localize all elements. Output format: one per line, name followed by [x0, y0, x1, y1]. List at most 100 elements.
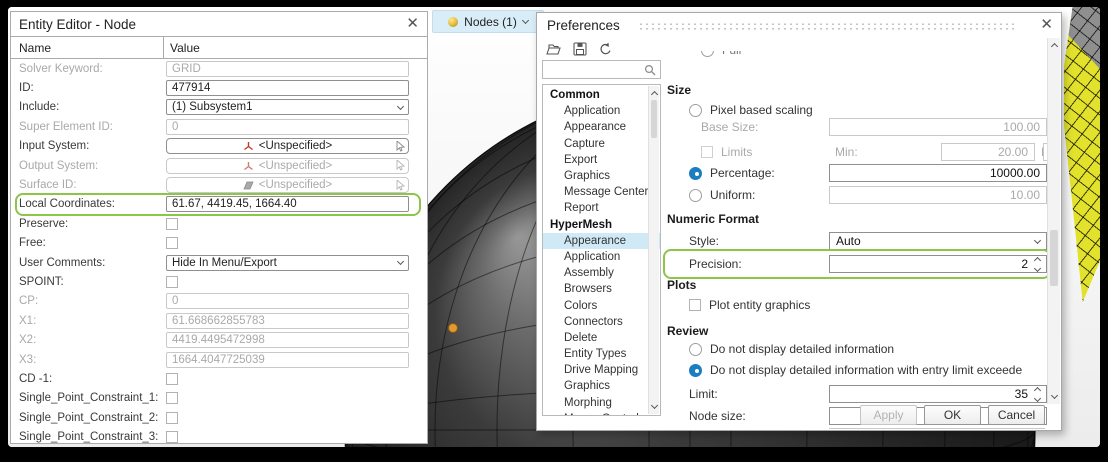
tree-item-hm-graphics[interactable]: Graphics: [543, 378, 660, 394]
tree-item-mouse-controls[interactable]: Mouse Controls: [543, 411, 660, 416]
limit-spinner[interactable]: 35: [829, 385, 1047, 403]
chevron-down-icon: [522, 17, 529, 24]
tree-item-common[interactable]: Common: [543, 87, 660, 103]
column-header-value: Value: [164, 41, 200, 55]
content-scrollbar[interactable]: [1047, 38, 1060, 404]
reset-undo-icon[interactable]: [598, 42, 612, 56]
tree-item-capture[interactable]: Capture: [543, 136, 660, 152]
x3-field: 1664.4047725039: [166, 352, 409, 368]
input-system-picker[interactable]: <Unspecified>: [166, 138, 409, 154]
scroll-down-icon[interactable]: [1048, 391, 1060, 404]
tree-item-morphing[interactable]: Morphing: [543, 395, 660, 411]
plot-entity-checkbox[interactable]: [689, 299, 701, 311]
entity-row-output-system: Output System: <Unspecified>: [11, 156, 427, 175]
entity-row-x1: X1: 61.668662855783: [11, 311, 427, 330]
uniform-field: 10.00: [829, 186, 1047, 204]
review-option1-radio[interactable]: [689, 343, 702, 356]
preferences-tree: Common Application Appearance Capture Ex…: [542, 84, 661, 416]
search-box[interactable]: [542, 60, 661, 79]
id-field[interactable]: 477914: [166, 80, 409, 96]
review-option2-radio[interactable]: [689, 364, 702, 377]
uniform-radio[interactable]: [689, 189, 702, 202]
tree-item-delete[interactable]: Delete: [543, 330, 660, 346]
tree-item-common-graphics[interactable]: Graphics: [543, 168, 660, 184]
local-coordinates-field[interactable]: 61.67, 4419.45, 1664.40: [166, 196, 409, 212]
plots-header: Plots: [667, 278, 1045, 292]
open-file-icon[interactable]: [546, 42, 562, 56]
preferences-content: Full Size Pixel based scaling Base Size:…: [667, 37, 1045, 404]
review-option1-row: Do not display detailed information: [667, 342, 1045, 356]
preferences-titlebar[interactable]: Preferences ✕: [537, 13, 1061, 37]
limits-checkbox: [701, 146, 713, 158]
app-frame: Nodes (1) Entity Editor - Node ✕ Name Va…: [8, 7, 1100, 447]
spc1-checkbox[interactable]: [166, 392, 178, 404]
tree-item-message-center[interactable]: Message Center: [543, 184, 660, 200]
cancel-button[interactable]: Cancel: [988, 405, 1045, 425]
close-icon[interactable]: ✕: [406, 17, 419, 31]
entity-row-super-element-id: Super Element ID: 0: [11, 117, 427, 136]
preferences-title: Preferences: [547, 18, 620, 33]
tree-item-hypermesh[interactable]: HyperMesh: [543, 217, 660, 233]
precision-spinner[interactable]: 2: [829, 255, 1047, 273]
tree-item-entity-types[interactable]: Entity Types: [543, 346, 660, 362]
entity-editor-panel: Entity Editor - Node ✕ Name Value Solver…: [10, 11, 428, 444]
entity-row-user-comments: User Comments: Hide In Menu/Export: [11, 253, 427, 272]
surface-id-picker: <Unspecified>: [166, 177, 409, 193]
tree-item-hm-application[interactable]: Application: [543, 249, 660, 265]
tree-item-assembly[interactable]: Assembly: [543, 265, 660, 281]
pointer-cursor-icon: [396, 160, 405, 171]
ok-button[interactable]: OK: [924, 405, 981, 425]
percentage-field[interactable]: 10000.00: [829, 164, 1047, 182]
base-size-field: 100.00: [829, 118, 1047, 136]
tree-item-common-application[interactable]: Application: [543, 103, 660, 119]
tree-item-common-appearance[interactable]: Appearance: [543, 119, 660, 135]
x1-field: 61.668662855783: [166, 313, 409, 329]
spc2-checkbox[interactable]: [166, 412, 178, 424]
x2-field: 4419.4495472998: [166, 332, 409, 348]
entity-row-cd: CD -1:: [11, 369, 427, 388]
surface-plane-icon: [243, 180, 254, 190]
user-comments-dropdown[interactable]: Hide In Menu/Export: [166, 255, 409, 271]
review-header: Review: [667, 324, 1045, 338]
tree-item-colors[interactable]: Colors: [543, 297, 660, 313]
spinner-arrows-icon[interactable]: [1035, 388, 1040, 401]
scrollbar-thumb[interactable]: [651, 100, 657, 138]
save-icon[interactable]: [573, 42, 587, 56]
scrollbar-thumb[interactable]: [1050, 230, 1058, 286]
scroll-up-icon[interactable]: [649, 86, 659, 99]
full-radio[interactable]: [701, 51, 714, 57]
apply-button: Apply: [860, 405, 917, 425]
scroll-up-icon[interactable]: [1048, 38, 1060, 51]
column-header-name: Name: [11, 37, 164, 58]
percentage-radio[interactable]: [689, 167, 702, 180]
tree-item-browsers[interactable]: Browsers: [543, 281, 660, 297]
super-element-id-field: 0: [166, 119, 409, 135]
uniform-row: Uniform: 10.00: [667, 186, 1045, 204]
entity-row-input-system: Input System: <Unspecified>: [11, 137, 427, 156]
coordinate-triad-icon: [243, 141, 254, 151]
tree-item-connectors[interactable]: Connectors: [543, 314, 660, 330]
nodes-selection-button[interactable]: Nodes (1): [432, 10, 544, 33]
search-input[interactable]: [547, 64, 644, 76]
tree-item-drive-mapping[interactable]: Drive Mapping: [543, 362, 660, 378]
scroll-down-icon[interactable]: [649, 401, 659, 414]
close-icon[interactable]: ✕: [1040, 18, 1053, 32]
style-dropdown[interactable]: Auto: [829, 232, 1047, 250]
spinner-arrows-icon[interactable]: [1035, 258, 1040, 271]
selected-node-dot[interactable]: [449, 324, 458, 333]
tree-item-hm-appearance[interactable]: Appearance: [543, 233, 660, 249]
pixel-scaling-radio[interactable]: [689, 104, 702, 117]
tree-item-export[interactable]: Export: [543, 152, 660, 168]
precision-row: Precision: 2: [667, 254, 1045, 274]
free-checkbox[interactable]: [166, 237, 178, 249]
spc3-checkbox[interactable]: [166, 431, 178, 443]
tree-item-report[interactable]: Report: [543, 200, 660, 216]
tree-scrollbar[interactable]: [648, 86, 659, 414]
preserve-checkbox[interactable]: [166, 218, 178, 230]
include-dropdown[interactable]: (1) Subsystem1: [166, 99, 409, 115]
spoint-checkbox[interactable]: [166, 276, 178, 288]
drag-handle-dots[interactable]: [638, 22, 1017, 31]
dialog-buttons: Apply OK Cancel: [860, 405, 1045, 425]
cd-checkbox[interactable]: [166, 373, 178, 385]
pointer-cursor-icon: [396, 180, 405, 191]
